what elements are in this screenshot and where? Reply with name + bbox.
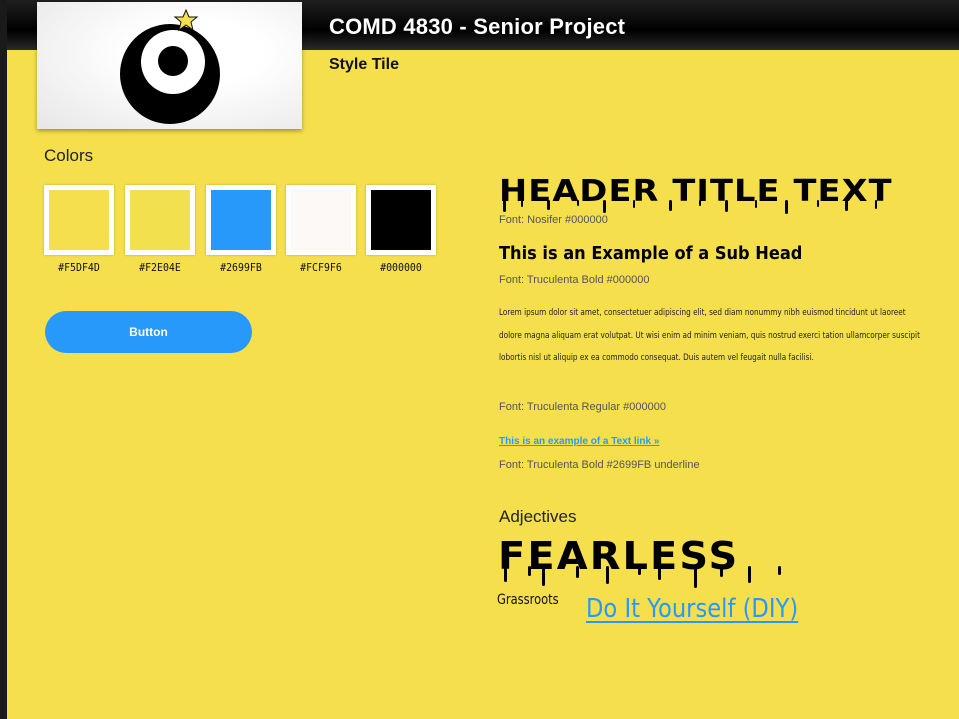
adjective-grassroots: Grassroots xyxy=(497,592,559,608)
swatch-fill xyxy=(211,190,271,250)
color-swatch xyxy=(366,185,436,255)
colors-heading: Colors xyxy=(44,146,94,165)
link-font-note: Font: Truculenta Bold #2699FB underline xyxy=(499,459,700,471)
header-font-note: Font: Nosifer #000000 xyxy=(499,214,608,226)
subhead-font-note: Font: Truculenta Bold #000000 xyxy=(499,274,650,286)
sample-button[interactable]: Button xyxy=(45,311,252,353)
adjectives-heading: Adjectives xyxy=(499,507,577,526)
body-text-sample: Lorem ipsum dolor sit amet, consectetuer… xyxy=(499,308,920,363)
swatch-fill xyxy=(371,190,431,250)
color-swatch xyxy=(206,185,276,255)
color-swatch xyxy=(286,185,356,255)
color-swatch xyxy=(44,185,114,255)
adjective-diy: Do It Yourself (DIY) xyxy=(586,594,799,624)
logo-panel xyxy=(37,2,302,129)
body-font-note: Font: Truculenta Regular #000000 xyxy=(499,401,666,413)
bomb-eye-logo-icon xyxy=(120,8,220,124)
swatch-fill xyxy=(291,190,351,250)
swatch-code: #FCF9F6 xyxy=(300,261,342,274)
swatch-code: #F2E04E xyxy=(139,261,181,274)
color-swatch xyxy=(125,185,195,255)
page-title: COMD 4830 - Senior Project xyxy=(329,14,626,39)
swatch-fill xyxy=(49,190,109,250)
swatch-code: #000000 xyxy=(380,261,422,274)
text-link-sample[interactable]: This is an example of a Text link » xyxy=(499,436,659,447)
swatch-code: #F5DF4D xyxy=(58,261,100,274)
swatch-fill xyxy=(130,190,190,250)
drip-decoration-icon xyxy=(504,566,781,588)
page-subtitle: Style Tile xyxy=(329,56,399,73)
subhead-sample: This is an Example of a Sub Head xyxy=(499,243,803,264)
swatch-code: #2699FB xyxy=(220,261,262,274)
style-tile-canvas: COMD 4830 - Senior Project Style Tile Co… xyxy=(7,0,959,719)
